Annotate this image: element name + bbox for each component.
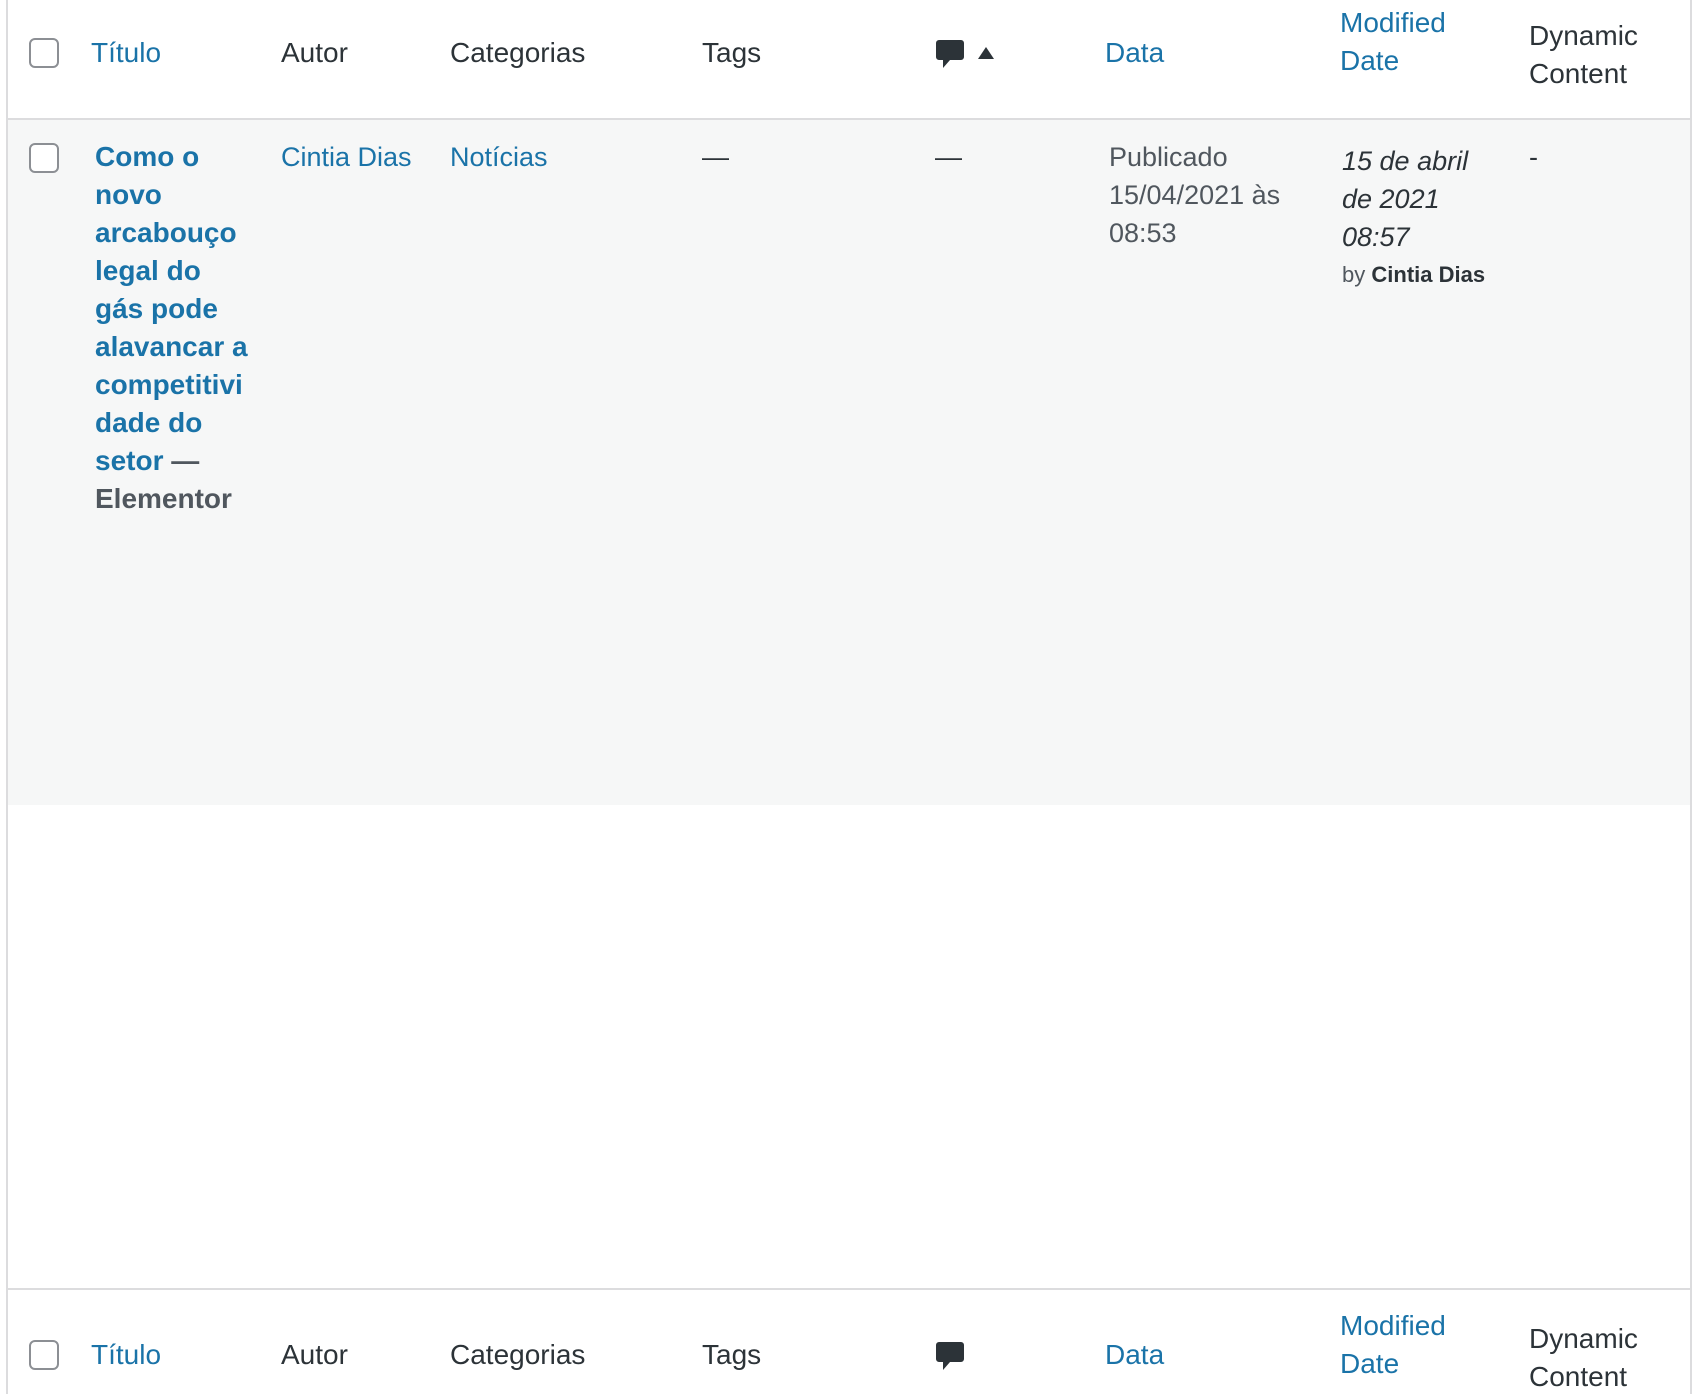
column-modified-date-sort-link-footer[interactable]: Modified Date [1340, 1307, 1446, 1383]
column-categories-header-footer: Categorias [450, 1339, 586, 1370]
column-modified-date-sort-link[interactable]: Modified Date [1340, 4, 1446, 80]
post-title-link[interactable]: Como o novo arcabouço legal do gás pode … [95, 138, 255, 518]
column-comments-sort-link[interactable] [936, 38, 1006, 72]
post-category-link[interactable]: Notícias [450, 138, 548, 176]
post-date: Publicado 15/04/2021 às 08:53 [1109, 142, 1281, 248]
column-author-header-footer: Autor [281, 1339, 348, 1370]
post-state-label: Elementor [95, 483, 232, 514]
sort-up-icon [978, 47, 994, 59]
row-select-checkbox[interactable] [29, 143, 59, 173]
comment-icon [936, 38, 964, 72]
column-tags-header-footer: Tags [702, 1339, 762, 1370]
select-all-checkbox-footer[interactable] [29, 1340, 59, 1370]
column-date-sort-link-footer[interactable]: Data [1105, 1336, 1164, 1374]
select-all-checkbox[interactable] [29, 38, 59, 68]
post-title-dash: — [163, 445, 200, 476]
column-title-sort-link-footer[interactable]: Título [91, 1336, 161, 1374]
column-author-header: Autor [281, 37, 348, 68]
post-modified-by: by Cintia Dias [1342, 262, 1486, 287]
comment-icon [936, 1340, 964, 1374]
posts-table: Título Autor Categorias Tags Data Modifi… [6, 0, 1692, 1394]
column-dynamic-content-header: Dynamic Content [1529, 20, 1638, 89]
column-comments-sort-link-footer[interactable] [936, 1340, 966, 1374]
post-tags-empty: — [702, 142, 729, 172]
post-comments-empty: — [935, 142, 962, 172]
column-date-sort-link[interactable]: Data [1105, 34, 1164, 72]
column-dynamic-content-header-footer: Dynamic Content [1529, 1323, 1638, 1392]
column-categories-header: Categorias [450, 37, 586, 68]
table-row: Como o novo arcabouço legal do gás pode … [8, 120, 1690, 805]
post-author-link[interactable]: Cintia Dias [281, 138, 412, 176]
post-dynamic-content: - [1529, 142, 1538, 172]
post-modified-date: 15 de abril de 2021 08:57 by Cintia Dias [1342, 142, 1485, 290]
column-title-sort-link[interactable]: Título [91, 34, 161, 72]
column-tags-header: Tags [702, 37, 762, 68]
footer-divider [8, 1288, 1690, 1290]
